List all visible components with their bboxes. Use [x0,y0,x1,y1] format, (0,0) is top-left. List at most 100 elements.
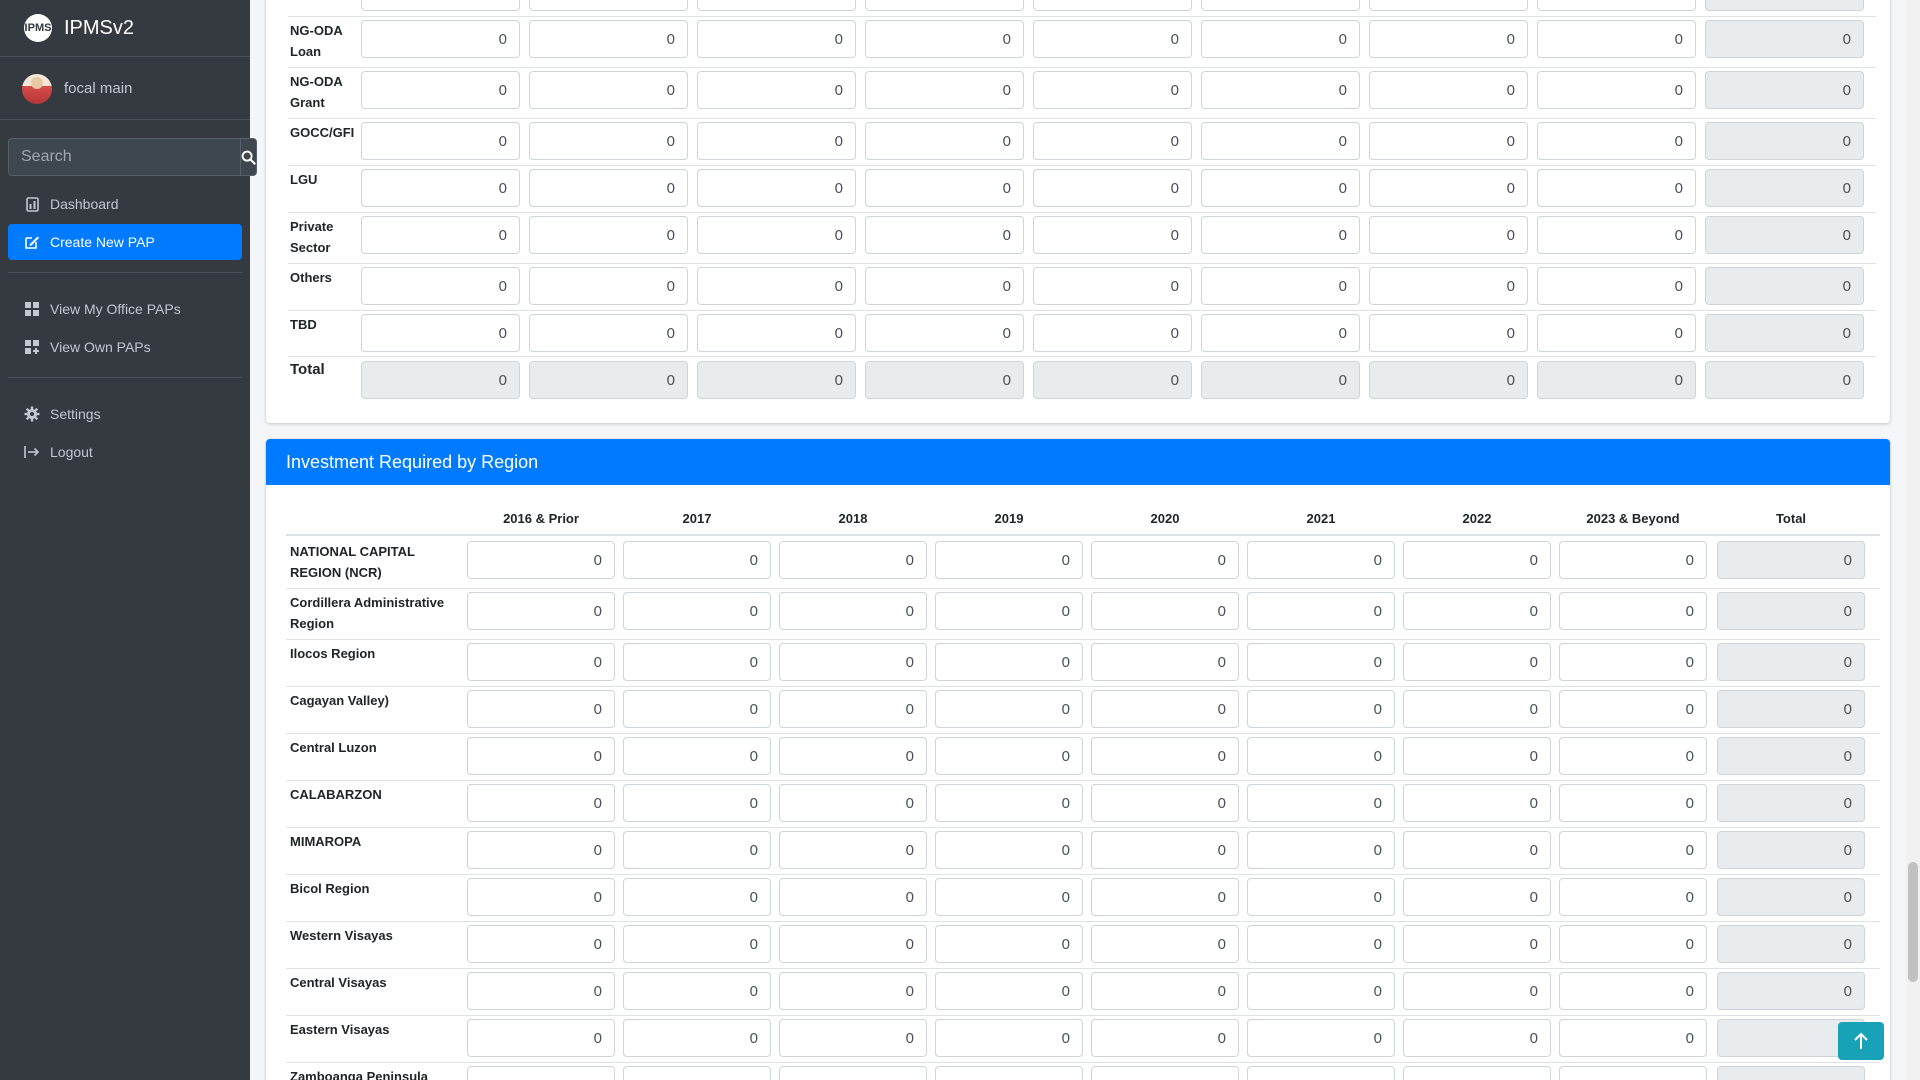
region-amount-input[interactable]: 0 [1091,972,1239,1010]
region-amount-input[interactable]: 0 [1559,541,1707,579]
region-amount-input[interactable]: 0 [467,878,615,916]
region-amount-input[interactable]: 0 [1403,878,1551,916]
user-panel[interactable]: focal main [0,58,250,120]
amount-input[interactable] [361,0,520,11]
nav-dashboard[interactable]: Dashboard [8,186,242,222]
region-amount-input[interactable]: 0 [1091,643,1239,681]
region-amount-input[interactable]: 0 [1247,690,1395,728]
scroll-to-top-button[interactable] [1838,1022,1884,1060]
funding-amount-input[interactable]: 0 [1033,20,1192,58]
amount-input[interactable] [1537,0,1696,11]
nav-view-own-paps[interactable]: View Own PAPs [8,329,242,365]
region-amount-input[interactable]: 0 [1403,1019,1551,1057]
region-amount-input[interactable]: 0 [1091,925,1239,963]
region-amount-input[interactable]: 0 [467,925,615,963]
region-amount-input[interactable] [935,1066,1083,1080]
funding-amount-input[interactable]: 0 [697,169,856,207]
region-amount-input[interactable]: 0 [1091,541,1239,579]
region-amount-input[interactable]: 0 [1247,784,1395,822]
region-amount-input[interactable]: 0 [1247,541,1395,579]
funding-amount-input[interactable]: 0 [1537,216,1696,254]
region-amount-input[interactable]: 0 [1247,925,1395,963]
funding-amount-input[interactable]: 0 [1201,267,1360,305]
region-amount-input[interactable]: 0 [623,737,771,775]
user-name[interactable]: focal main [64,80,132,97]
funding-amount-input[interactable]: 0 [361,267,520,305]
funding-amount-input[interactable]: 0 [1201,122,1360,160]
region-amount-input[interactable]: 0 [623,878,771,916]
region-amount-input[interactable]: 0 [467,1019,615,1057]
funding-amount-input[interactable]: 0 [1201,20,1360,58]
region-amount-input[interactable]: 0 [467,592,615,630]
region-amount-input[interactable]: 0 [623,784,771,822]
funding-amount-input[interactable]: 0 [1201,314,1360,352]
funding-amount-input[interactable]: 0 [1201,216,1360,254]
funding-amount-input[interactable]: 0 [1369,20,1528,58]
region-amount-input[interactable]: 0 [1403,592,1551,630]
funding-amount-input[interactable]: 0 [1369,169,1528,207]
region-amount-input[interactable]: 0 [467,831,615,869]
funding-amount-input[interactable]: 0 [1537,122,1696,160]
funding-amount-input[interactable]: 0 [1369,314,1528,352]
region-amount-input[interactable]: 0 [467,541,615,579]
funding-amount-input[interactable]: 0 [361,71,520,109]
funding-amount-input[interactable]: 0 [361,122,520,160]
region-amount-input[interactable]: 0 [779,737,927,775]
funding-amount-input[interactable]: 0 [1033,122,1192,160]
region-amount-input[interactable]: 0 [935,643,1083,681]
region-amount-input[interactable] [623,1066,771,1080]
region-amount-input[interactable]: 0 [1403,784,1551,822]
region-amount-input[interactable]: 0 [1091,690,1239,728]
region-amount-input[interactable]: 0 [1403,737,1551,775]
funding-amount-input[interactable]: 0 [361,216,520,254]
region-amount-input[interactable]: 0 [1247,831,1395,869]
region-amount-input[interactable]: 0 [935,784,1083,822]
funding-amount-input[interactable]: 0 [529,216,688,254]
region-amount-input[interactable]: 0 [1559,737,1707,775]
region-amount-input[interactable]: 0 [1403,541,1551,579]
region-amount-input[interactable]: 0 [935,925,1083,963]
region-amount-input[interactable] [779,1066,927,1080]
region-amount-input[interactable] [1403,1066,1551,1080]
region-amount-input[interactable]: 0 [935,690,1083,728]
region-amount-input[interactable]: 0 [779,831,927,869]
funding-amount-input[interactable]: 0 [1201,71,1360,109]
region-amount-input[interactable] [1091,1066,1239,1080]
nav-logout[interactable]: Logout [8,434,242,470]
region-amount-input[interactable]: 0 [1559,831,1707,869]
funding-amount-input[interactable]: 0 [865,20,1024,58]
amount-input[interactable] [697,0,856,11]
region-amount-input[interactable]: 0 [1403,643,1551,681]
funding-amount-input[interactable]: 0 [1537,314,1696,352]
funding-amount-input[interactable]: 0 [1033,216,1192,254]
region-amount-input[interactable]: 0 [779,972,927,1010]
region-amount-input[interactable]: 0 [467,643,615,681]
region-amount-input[interactable]: 0 [623,831,771,869]
funding-amount-input[interactable]: 0 [1033,169,1192,207]
region-amount-input[interactable]: 0 [623,925,771,963]
region-amount-input[interactable]: 0 [1091,737,1239,775]
region-amount-input[interactable]: 0 [1403,925,1551,963]
nav-view-office-paps[interactable]: View My Office PAPs [8,291,242,327]
funding-amount-input[interactable]: 0 [1369,216,1528,254]
region-amount-input[interactable]: 0 [623,972,771,1010]
funding-amount-input[interactable]: 0 [529,71,688,109]
region-amount-input[interactable] [467,1066,615,1080]
region-amount-input[interactable] [1559,1066,1707,1080]
region-amount-input[interactable]: 0 [1247,592,1395,630]
funding-amount-input[interactable]: 0 [1369,122,1528,160]
funding-amount-input[interactable]: 0 [1537,169,1696,207]
region-amount-input[interactable]: 0 [779,1019,927,1057]
amount-input[interactable] [529,0,688,11]
funding-amount-input[interactable]: 0 [361,314,520,352]
funding-amount-input[interactable]: 0 [865,122,1024,160]
amount-input[interactable] [1033,0,1192,11]
funding-amount-input[interactable]: 0 [361,20,520,58]
region-amount-input[interactable]: 0 [779,690,927,728]
region-amount-input[interactable]: 0 [935,878,1083,916]
region-amount-input[interactable]: 0 [1091,831,1239,869]
region-amount-input[interactable]: 0 [1559,784,1707,822]
region-amount-input[interactable]: 0 [1559,878,1707,916]
funding-amount-input[interactable]: 0 [697,267,856,305]
region-amount-input[interactable]: 0 [1247,1019,1395,1057]
